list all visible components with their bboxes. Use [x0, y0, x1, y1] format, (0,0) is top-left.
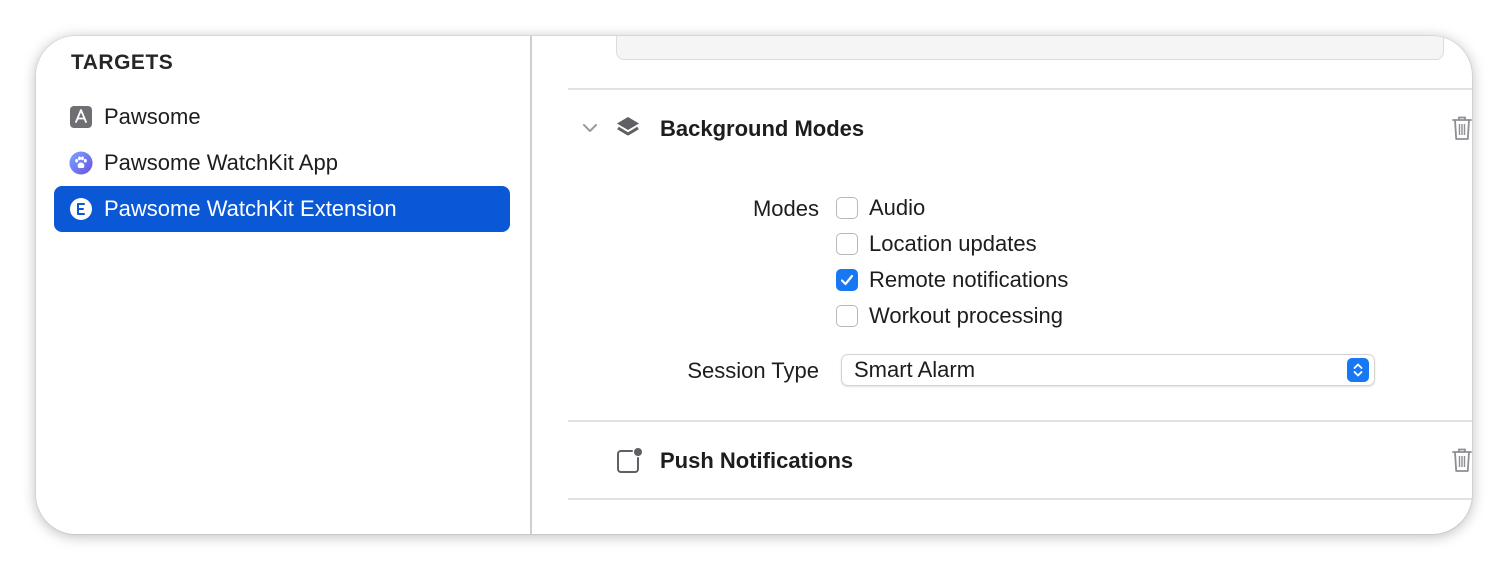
sidebar-item-pawsome[interactable]: Pawsome	[54, 94, 510, 140]
targets-sidebar: TARGETS Pawsome Pawsome WatchKit App Paw…	[36, 36, 530, 534]
mode-remote-notifications[interactable]: Remote notifications	[836, 267, 1068, 293]
notification-badge-icon	[615, 446, 643, 474]
sidebar-item-label: Pawsome WatchKit App	[104, 150, 338, 175]
previous-capability-content	[616, 36, 1444, 60]
mode-location-updates-label: Location updates	[869, 231, 1037, 256]
mode-location-updates[interactable]: Location updates	[836, 231, 1037, 257]
sidebar-item-pawsome-watchkit-app[interactable]: Pawsome WatchKit App	[54, 140, 510, 186]
section-divider	[568, 88, 1472, 90]
section-divider	[568, 498, 1472, 500]
background-modes-title: Background Modes	[660, 116, 865, 141]
sidebar-item-label: Pawsome	[104, 104, 201, 129]
sidebar-item-label: Pawsome WatchKit Extension	[104, 196, 397, 221]
layers-icon	[614, 114, 642, 142]
chevron-up-down-icon	[1347, 358, 1369, 382]
sidebar-item-pawsome-watchkit-extension[interactable]: Pawsome WatchKit Extension	[54, 186, 510, 232]
push-notifications-title: Push Notifications	[660, 448, 854, 473]
session-type-select[interactable]: Smart Alarm	[841, 354, 1375, 386]
session-type-label: Session Type	[687, 358, 819, 383]
app-store-icon	[69, 105, 93, 129]
mode-remote-notifications-label: Remote notifications	[869, 267, 1069, 292]
extension-e-icon	[69, 197, 93, 221]
location-updates-checkbox[interactable]	[836, 233, 858, 255]
trash-icon[interactable]	[1450, 114, 1472, 142]
remote-notifications-checkbox[interactable]	[836, 269, 858, 291]
mode-workout-processing[interactable]: Workout processing	[836, 303, 1063, 329]
mode-workout-processing-label: Workout processing	[869, 303, 1064, 328]
mode-audio[interactable]: Audio	[836, 195, 925, 221]
audio-checkbox[interactable]	[836, 197, 858, 219]
session-type-value: Smart Alarm	[854, 357, 976, 382]
capabilities-pane: Background Modes Modes Audio Location up…	[532, 36, 1472, 534]
workout-processing-checkbox[interactable]	[836, 305, 858, 327]
trash-icon[interactable]	[1450, 446, 1472, 474]
paw-icon	[69, 151, 93, 175]
chevron-down-icon[interactable]	[580, 118, 600, 138]
modes-label: Modes	[752, 196, 819, 221]
checkmark-icon	[840, 274, 854, 286]
mode-audio-label: Audio	[869, 195, 926, 220]
xcode-window: TARGETS Pawsome Pawsome WatchKit App Paw…	[36, 36, 1472, 534]
section-divider	[568, 420, 1472, 422]
targets-header: TARGETS	[71, 51, 174, 74]
